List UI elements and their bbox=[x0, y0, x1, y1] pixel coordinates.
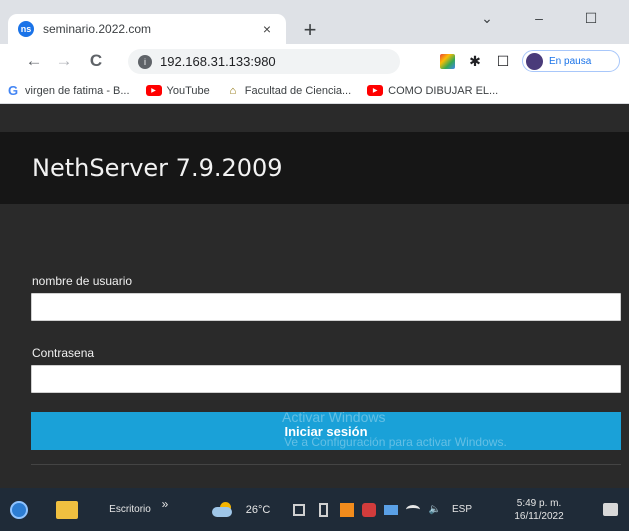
youtube-icon: ▶ bbox=[145, 85, 162, 96]
start-icon bbox=[10, 500, 28, 519]
university-icon: ⌂ bbox=[229, 84, 237, 97]
clock-time: 5:49 p. m. bbox=[516, 497, 562, 509]
bookmark-label: virgen de fatima - B... bbox=[25, 84, 130, 97]
windows-activation-watermark-title: Activar Windows bbox=[282, 409, 386, 425]
password-input[interactable] bbox=[31, 365, 621, 393]
bookmark-label: COMO DIBUJAR EL... bbox=[388, 84, 499, 97]
username-label: nombre de usuario bbox=[32, 274, 133, 288]
language-indicator[interactable]: ESP bbox=[448, 488, 476, 531]
new-tab-button[interactable]: + bbox=[298, 18, 322, 42]
volume-glyph: 🔈 bbox=[428, 504, 442, 515]
file-explorer-button[interactable] bbox=[50, 488, 84, 531]
bookmark-youtube[interactable]: ▶ YouTube bbox=[145, 84, 210, 97]
windows-activation-watermark-subtitle: Ve a Configuración para activar Windows. bbox=[284, 435, 507, 449]
username-input[interactable] bbox=[31, 293, 621, 321]
browser-toolbar: ← → C i 192.168.31.133:980 ✱ ☐ En pausa bbox=[0, 44, 629, 78]
tab-close-icon[interactable]: × bbox=[258, 20, 276, 38]
notifications-button[interactable] bbox=[598, 488, 622, 531]
side-panel-icon[interactable]: ☐ bbox=[494, 52, 512, 70]
address-bar[interactable]: i 192.168.31.133:980 bbox=[128, 49, 400, 74]
extensions-puzzle-icon[interactable]: ✱ bbox=[466, 52, 484, 70]
tray-document-icon[interactable] bbox=[314, 488, 332, 531]
chevron-double-right-icon: » bbox=[161, 497, 169, 511]
minimize-window-button[interactable]: – bbox=[522, 6, 556, 30]
profile-status: En pausa bbox=[549, 55, 592, 67]
tray-security-icon[interactable] bbox=[360, 488, 378, 531]
desktop-toolbar[interactable]: Escritorio bbox=[104, 488, 156, 531]
weather-temperature[interactable]: 26°C bbox=[240, 488, 276, 531]
toolbar-overflow-button[interactable]: » bbox=[158, 488, 172, 531]
tray-orange-app-icon[interactable] bbox=[338, 488, 356, 531]
reload-button[interactable]: C bbox=[84, 49, 108, 73]
avatar bbox=[526, 52, 543, 70]
tray-copy-icon[interactable] bbox=[290, 488, 308, 531]
password-label: Contrasena bbox=[32, 346, 95, 360]
address-url[interactable]: 192.168.31.133:980 bbox=[160, 54, 276, 69]
volume-icon[interactable]: 🔈 bbox=[426, 488, 444, 531]
browser-tab-strip: ns seminario.2022.com × + ⌄ – ☐ bbox=[0, 0, 629, 44]
tray-monitor-icon[interactable] bbox=[382, 488, 400, 531]
nethserver-favicon-icon: ns bbox=[18, 21, 34, 37]
start-button[interactable] bbox=[4, 488, 34, 531]
bookmark-label: Facultad de Ciencia... bbox=[244, 84, 352, 97]
clock[interactable]: 5:49 p. m. 16/11/2022 bbox=[508, 488, 570, 531]
clock-date: 16/11/2022 bbox=[514, 510, 564, 522]
notification-icon bbox=[602, 503, 618, 516]
tab-title: seminario.2022.com bbox=[43, 22, 152, 36]
tab-search-chevron-icon[interactable]: ⌄ bbox=[470, 6, 504, 30]
profile-button[interactable]: En pausa bbox=[522, 50, 620, 72]
forward-button[interactable]: → bbox=[52, 49, 76, 73]
bookmark-facultad-de-ciencia[interactable]: ⌂ Facultad de Ciencia... bbox=[226, 85, 351, 97]
weather-partly-cloudy-icon bbox=[212, 501, 234, 518]
bookmark-virgen-de-fatima[interactable]: G virgen de fatima - B... bbox=[6, 83, 130, 98]
windows-taskbar: Escritorio » 26°C 🔈 ESP 5:49 p. m. 16/11… bbox=[0, 488, 629, 531]
folder-icon bbox=[56, 500, 78, 519]
browser-tab-active[interactable]: ns seminario.2022.com × bbox=[8, 14, 286, 44]
divider bbox=[31, 464, 621, 465]
login-page: NethServer 7.9.2009 nombre de usuario Co… bbox=[0, 104, 629, 488]
desktop-label: Escritorio bbox=[109, 504, 151, 515]
extension-colorful-icon[interactable] bbox=[438, 52, 456, 70]
bookmarks-bar: G virgen de fatima - B... ▶ YouTube ⌂ Fa… bbox=[0, 78, 629, 104]
site-info-icon[interactable]: i bbox=[138, 54, 152, 69]
bookmark-label: YouTube bbox=[166, 84, 210, 97]
weather-widget[interactable] bbox=[208, 488, 238, 531]
temperature-value: 26°C bbox=[245, 503, 271, 516]
wifi-icon[interactable] bbox=[404, 488, 422, 531]
bookmark-como-dibujar[interactable]: ▶ COMO DIBUJAR EL... bbox=[367, 85, 498, 97]
page-header: NethServer 7.9.2009 bbox=[0, 132, 629, 204]
back-button[interactable]: ← bbox=[22, 49, 46, 73]
maximize-window-button[interactable]: ☐ bbox=[574, 6, 608, 30]
page-title: NethServer 7.9.2009 bbox=[32, 154, 283, 182]
google-icon: G bbox=[7, 83, 19, 98]
language-code: ESP bbox=[451, 504, 472, 515]
youtube-icon: ▶ bbox=[367, 85, 384, 96]
